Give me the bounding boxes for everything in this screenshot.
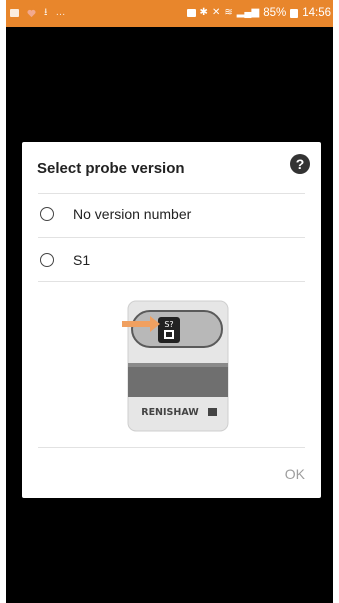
divider xyxy=(38,237,305,238)
wifi-icon: ≋ xyxy=(224,7,233,18)
divider xyxy=(38,193,305,194)
select-probe-dialog: Select probe version ? No version number… xyxy=(22,142,321,498)
screen: ⭳ … ✱ ✕ ≋ ▂▄▆ 85% 14:56 Select probe ver… xyxy=(6,0,333,603)
radio-button[interactable] xyxy=(40,253,54,267)
battery-percent: 85% xyxy=(263,7,287,19)
option-label: No version number xyxy=(73,206,192,222)
divider xyxy=(38,281,305,282)
download-icon: ⭳ xyxy=(44,7,48,18)
version-label: S? xyxy=(164,320,173,329)
radio-button[interactable] xyxy=(40,207,54,221)
alarm-icon xyxy=(186,9,196,17)
clock: 14:56 xyxy=(302,7,331,19)
option-no-version-number[interactable]: No version number xyxy=(36,196,307,232)
heart-icon xyxy=(27,9,36,17)
probe-version-image: S? RENISHAW xyxy=(122,300,229,432)
divider xyxy=(38,447,305,448)
notification-icons: ⭳ … xyxy=(10,6,66,20)
mute-icon: ✕ xyxy=(211,7,221,18)
help-icon[interactable]: ? xyxy=(290,154,310,174)
status-bar: ⭳ … ✱ ✕ ≋ ▂▄▆ 85% 14:56 xyxy=(6,0,333,27)
option-label: S1 xyxy=(73,252,91,268)
bluetooth-icon: ✱ xyxy=(199,7,208,18)
battery-icon xyxy=(290,8,299,18)
image-notification-icon xyxy=(10,9,19,17)
brand-text: RENISHAW xyxy=(141,407,199,418)
status-right: ✱ ✕ ≋ ▂▄▆ 85% 14:56 xyxy=(186,6,331,20)
dialog-title: Select probe version xyxy=(37,160,185,177)
ok-button[interactable]: OK xyxy=(279,460,311,488)
signal-icon: ▂▄▆ xyxy=(236,7,260,18)
option-s1[interactable]: S1 xyxy=(36,242,307,278)
more-notifications-icon: … xyxy=(55,7,66,18)
